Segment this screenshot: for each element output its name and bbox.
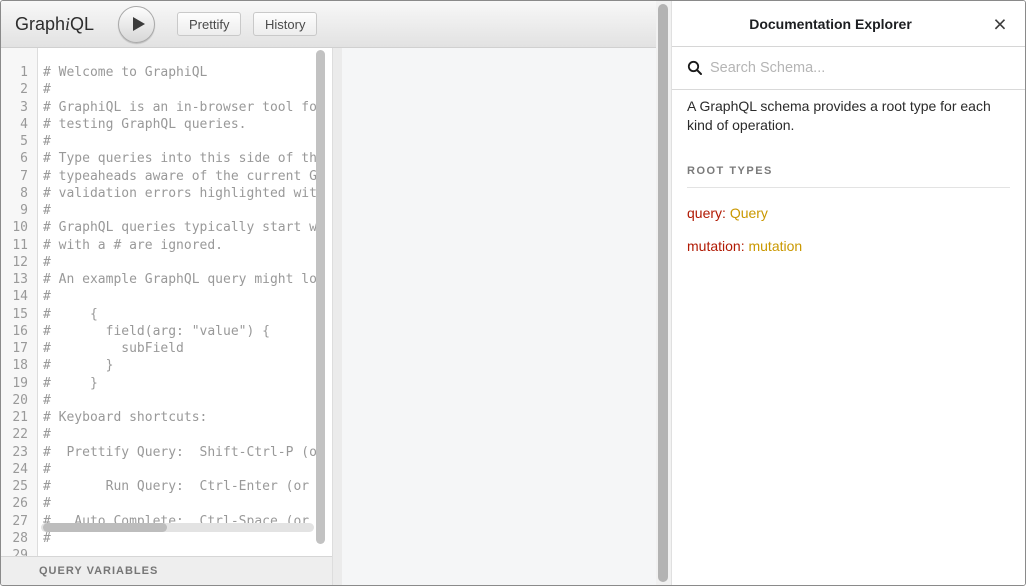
line-number: 9 (1, 202, 37, 219)
code-line: # (43, 392, 316, 409)
doc-explorer-title: Documentation Explorer (672, 1, 989, 47)
query-variables-section[interactable]: QUERY VARIABLES (1, 556, 333, 585)
field-name: query: (687, 205, 726, 221)
code-line: # with a # are ignored. (43, 237, 316, 254)
scrollbar-thumb[interactable] (43, 523, 167, 532)
root-types-heading: ROOT TYPES (687, 165, 1010, 188)
code-line: # Welcome to GraphiQL (43, 64, 316, 81)
line-number: 17 (1, 340, 37, 357)
line-number: 18 (1, 357, 37, 374)
toolbar: GraphiQL Prettify History (1, 1, 656, 48)
code-line: # } (43, 357, 316, 374)
search-icon (687, 60, 703, 76)
line-number: 2 (1, 81, 37, 98)
code-line: # testing GraphQL queries. (43, 116, 316, 133)
close-icon[interactable]: × (985, 2, 1015, 46)
execute-button[interactable] (118, 6, 155, 43)
line-number: 22 (1, 426, 37, 443)
code-line: # (43, 133, 316, 150)
code-line: # (43, 254, 316, 271)
scrollbar-thumb[interactable] (658, 4, 668, 582)
code-line: # GraphiQL is an in-browser tool for wri… (43, 99, 316, 116)
schema-search-bar[interactable] (672, 47, 1025, 90)
code-line: # (43, 461, 316, 478)
line-number: 4 (1, 116, 37, 133)
logo-text: Graph (15, 14, 65, 34)
line-number: 28 (1, 530, 37, 547)
graphiql-app: GraphiQL Prettify History 12345678910111… (0, 0, 1026, 586)
code-line: # (43, 426, 316, 443)
code-line: # Run Query: Ctrl-Enter (or press the pl… (43, 478, 316, 495)
code-line: # (43, 81, 316, 98)
type-name-link[interactable]: Query (730, 205, 768, 221)
code-line: # subField (43, 340, 316, 357)
line-number: 26 (1, 495, 37, 512)
line-number: 25 (1, 478, 37, 495)
line-number: 21 (1, 409, 37, 426)
code-line: # } (43, 375, 316, 392)
root-types-list: query: Query mutation: mutation (687, 205, 1010, 254)
result-pane (342, 48, 656, 585)
page-scrollbar[interactable] (656, 1, 671, 585)
query-editor[interactable]: 1234567891011121314151617181920212223242… (1, 48, 333, 556)
code-line: # (43, 288, 316, 305)
line-number: 1 (1, 64, 37, 81)
line-number: 29 (1, 547, 37, 556)
editor-lines[interactable]: # Welcome to GraphiQL## GraphiQL is an i… (43, 64, 316, 556)
doc-explorer: Documentation Explorer × A GraphQL schem… (671, 1, 1025, 585)
logo-text: QL (70, 14, 94, 34)
code-line: # Prettify Query: Shift-Ctrl-P (or press… (43, 444, 316, 461)
type-name-link[interactable]: mutation (748, 238, 802, 254)
code-line: # GraphQL queries typically start with a… (43, 219, 316, 236)
code-line: # Keyboard shortcuts: (43, 409, 316, 426)
line-number: 10 (1, 219, 37, 236)
line-number: 12 (1, 254, 37, 271)
code-line: # (43, 202, 316, 219)
line-number: 13 (1, 271, 37, 288)
line-number: 11 (1, 237, 37, 254)
code-line: # (43, 530, 316, 547)
editor-gutter: 1234567891011121314151617181920212223242… (1, 48, 38, 556)
line-number: 6 (1, 150, 37, 167)
code-line (43, 547, 316, 556)
line-number: 16 (1, 323, 37, 340)
editor-vertical-scrollbar[interactable] (316, 50, 325, 544)
line-number: 23 (1, 444, 37, 461)
line-number: 8 (1, 185, 37, 202)
doc-content: A GraphQL schema provides a root type fo… (672, 90, 1025, 286)
line-number: 24 (1, 461, 37, 478)
query-variables-title: QUERY VARIABLES (39, 557, 158, 585)
history-button[interactable]: History (253, 12, 317, 36)
line-number: 15 (1, 306, 37, 323)
prettify-button[interactable]: Prettify (177, 12, 241, 36)
play-icon (133, 17, 145, 31)
code-line: # Type queries into this side of the scr… (43, 150, 316, 167)
field-name: mutation: (687, 238, 745, 254)
code-line: # typeaheads aware of the current GraphQ… (43, 168, 316, 185)
doc-explorer-header: Documentation Explorer × (672, 1, 1025, 47)
editor-horizontal-scrollbar[interactable] (41, 523, 314, 532)
pane-resizer[interactable] (332, 48, 342, 585)
code-line: # (43, 495, 316, 512)
search-schema-input[interactable] (710, 60, 1010, 76)
root-type-item: mutation: mutation (687, 238, 1010, 254)
schema-description: A GraphQL schema provides a root type fo… (687, 97, 1010, 135)
graphiql-logo: GraphiQL (15, 1, 94, 47)
code-line: # An example GraphQL query might look li… (43, 271, 316, 288)
line-number: 7 (1, 168, 37, 185)
line-number: 3 (1, 99, 37, 116)
line-number: 5 (1, 133, 37, 150)
line-number: 20 (1, 392, 37, 409)
line-number: 27 (1, 513, 37, 530)
code-line: # { (43, 306, 316, 323)
root-type-item: query: Query (687, 205, 1010, 221)
code-line: # validation errors highlighted within t… (43, 185, 316, 202)
line-number: 14 (1, 288, 37, 305)
code-line: # field(arg: "value") { (43, 323, 316, 340)
line-number: 19 (1, 375, 37, 392)
